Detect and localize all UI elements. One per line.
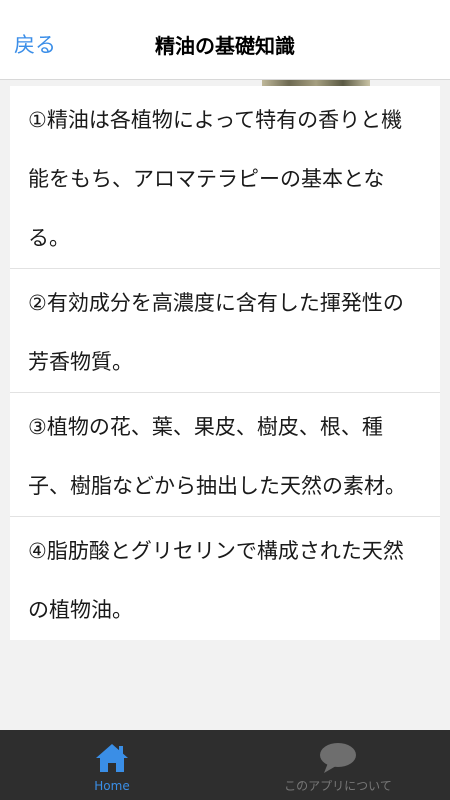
navigation-bar: 戻る 精油の基礎知識 bbox=[0, 0, 450, 80]
answer-list: ①精油は各植物によって特有の香りと機能をもち、アロマテラピーの基本となる。 ②有… bbox=[10, 86, 440, 640]
list-item-text: ②有効成分を高濃度に含有した揮発性の芳香物質。 bbox=[28, 291, 404, 374]
tab-about-label: このアプリについて bbox=[284, 779, 392, 793]
tab-about[interactable]: このアプリについて bbox=[250, 730, 426, 800]
list-item[interactable]: ③植物の花、葉、果皮、樹皮、根、種子、樹脂などから抽出した天然の素材。 bbox=[10, 393, 440, 517]
page-title: 精油の基礎知識 bbox=[155, 34, 295, 58]
list-item-text: ④脂肪酸とグリセリンで構成された天然の植物油。 bbox=[28, 539, 404, 622]
tab-home-label: Home bbox=[94, 779, 130, 793]
list-item[interactable]: ①精油は各植物によって特有の香りと機能をもち、アロマテラピーの基本となる。 bbox=[10, 86, 440, 269]
speech-bubble-icon bbox=[318, 742, 358, 778]
list-item-text: ①精油は各植物によって特有の香りと機能をもち、アロマテラピーの基本となる。 bbox=[28, 108, 403, 250]
list-item[interactable]: ④脂肪酸とグリセリンで構成された天然の植物油。 bbox=[10, 517, 440, 640]
list-item-text: ③植物の花、葉、果皮、樹皮、根、種子、樹脂などから抽出した天然の素材。 bbox=[28, 415, 406, 498]
home-icon bbox=[94, 742, 130, 778]
tab-bar: Home このアプリについて bbox=[0, 730, 450, 800]
list-item[interactable]: ②有効成分を高濃度に含有した揮発性の芳香物質。 bbox=[10, 269, 440, 393]
tab-home[interactable]: Home bbox=[62, 730, 162, 800]
